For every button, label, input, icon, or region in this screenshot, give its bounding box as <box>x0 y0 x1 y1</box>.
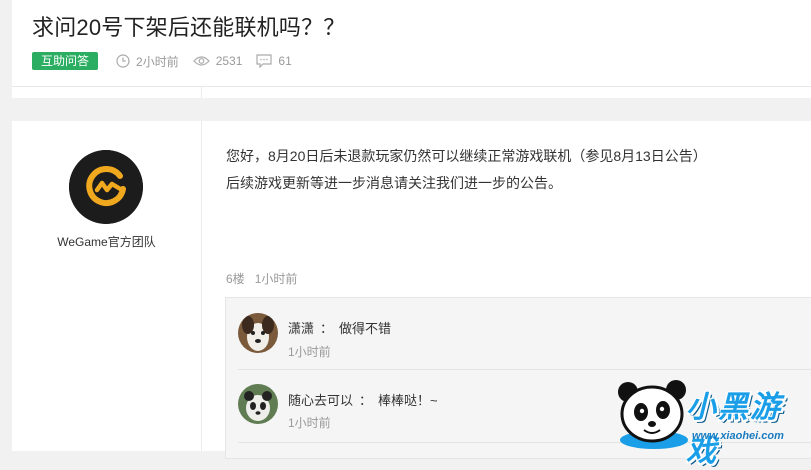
author-name[interactable]: WeGame官方团队 <box>12 233 201 250</box>
divider <box>12 86 811 87</box>
clock-icon <box>116 54 130 68</box>
avatar[interactable] <box>238 384 278 424</box>
watermark-logo-text: 小黑游戏 <box>686 391 782 468</box>
author-column: WeGame官方团队 <box>12 121 202 451</box>
view-count: 2531 <box>215 54 243 68</box>
divider <box>201 87 202 98</box>
floor-number: 6楼 <box>226 272 245 286</box>
watermark-url: www.xiaohei.com <box>692 430 784 442</box>
post-views: 2531 <box>192 54 243 68</box>
comment-sep: ： <box>359 393 373 408</box>
panda-mascot-icon <box>618 380 688 449</box>
avatar[interactable] <box>69 150 143 224</box>
comment-body: 棒棒哒！~ <box>378 393 438 408</box>
reply-text-line: 后续游戏更新等进一步消息请关注我们进一步的公告。 <box>226 175 562 191</box>
dog-avatar-icon <box>238 313 278 353</box>
reply-content: 您好，8月20日后未退款玩家仍然可以继续正常游戏联机（参见8月13日公告） 后续… <box>226 143 796 197</box>
comment-time: 1小时前 <box>288 416 331 430</box>
comment-count: 61 <box>278 54 292 68</box>
panda-avatar-icon <box>238 384 278 424</box>
post-comments[interactable]: 61 <box>256 54 292 68</box>
reply-text-line: 您好，8月20日后未退款玩家仍然可以继续正常游戏联机（参见8月13日公告） <box>226 148 707 164</box>
reply-meta: 6楼 1小时前 <box>226 270 297 287</box>
reply-time: 1小时前 <box>254 272 298 286</box>
post-time-text: 2小时前 <box>136 54 179 69</box>
eye-icon <box>192 56 210 66</box>
page-title: 求问20号下架后还能联机吗？？ <box>32 15 346 40</box>
divider <box>238 369 811 370</box>
comment-body: 做得不错 <box>339 321 392 336</box>
comment-icon <box>256 54 273 68</box>
comment-text: 潇潇 ： 做得不错 <box>288 318 391 337</box>
comment-user[interactable]: 随心去可以 <box>288 393 353 408</box>
comment-time: 1小时前 <box>288 345 331 359</box>
watermark: 小黑游戏 www.xiaohei.com <box>614 378 811 468</box>
comment-user[interactable]: 潇潇 <box>288 321 314 336</box>
comment-text: 随心去可以 ： 棒棒哒！~ <box>288 390 438 409</box>
wegame-logo-icon <box>69 150 143 224</box>
avatar[interactable] <box>238 313 278 353</box>
post-meta: 互助问答 2小时前 2531 61 <box>32 52 306 70</box>
comment-sep: ： <box>320 321 334 336</box>
category-tag[interactable]: 互助问答 <box>32 52 99 70</box>
post-header: 求问20号下架后还能联机吗？？ 互助问答 2小时前 2531 61 <box>12 0 811 98</box>
post-time: 2小时前 <box>116 53 179 70</box>
